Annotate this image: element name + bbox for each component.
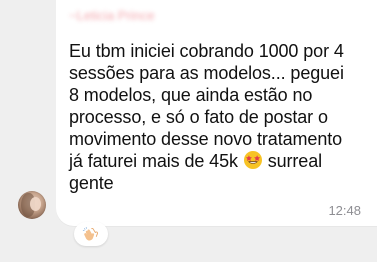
avatar[interactable]	[18, 191, 46, 219]
message-line-5: movimento desse novo tratamento	[69, 129, 343, 149]
message-line-3: 8 modelos, que ainda estão no	[69, 85, 313, 105]
message-line-8: gente	[69, 173, 114, 193]
clapping-hands-icon	[82, 227, 98, 241]
avatar-face	[30, 197, 41, 211]
sender-name: ~Leticia Prince	[69, 8, 155, 23]
message-text: Eu tbm iniciei cobrando 1000 por 4 sessõ…	[69, 40, 369, 194]
message-line-6: já faturei mais de 45k	[69, 151, 238, 171]
message-timestamp: 12:48	[328, 203, 361, 218]
message-line-1: Eu tbm iniciei cobrando 1000 por 4	[69, 41, 344, 61]
reaction-badge[interactable]	[74, 222, 108, 246]
message-line-2: sessões para as modelos... peguei	[69, 63, 344, 83]
star-struck-emoji-icon	[243, 150, 263, 170]
message-line-7: surreal	[267, 151, 323, 171]
message-line-4: processo, e só o fato de postar o	[69, 107, 328, 127]
